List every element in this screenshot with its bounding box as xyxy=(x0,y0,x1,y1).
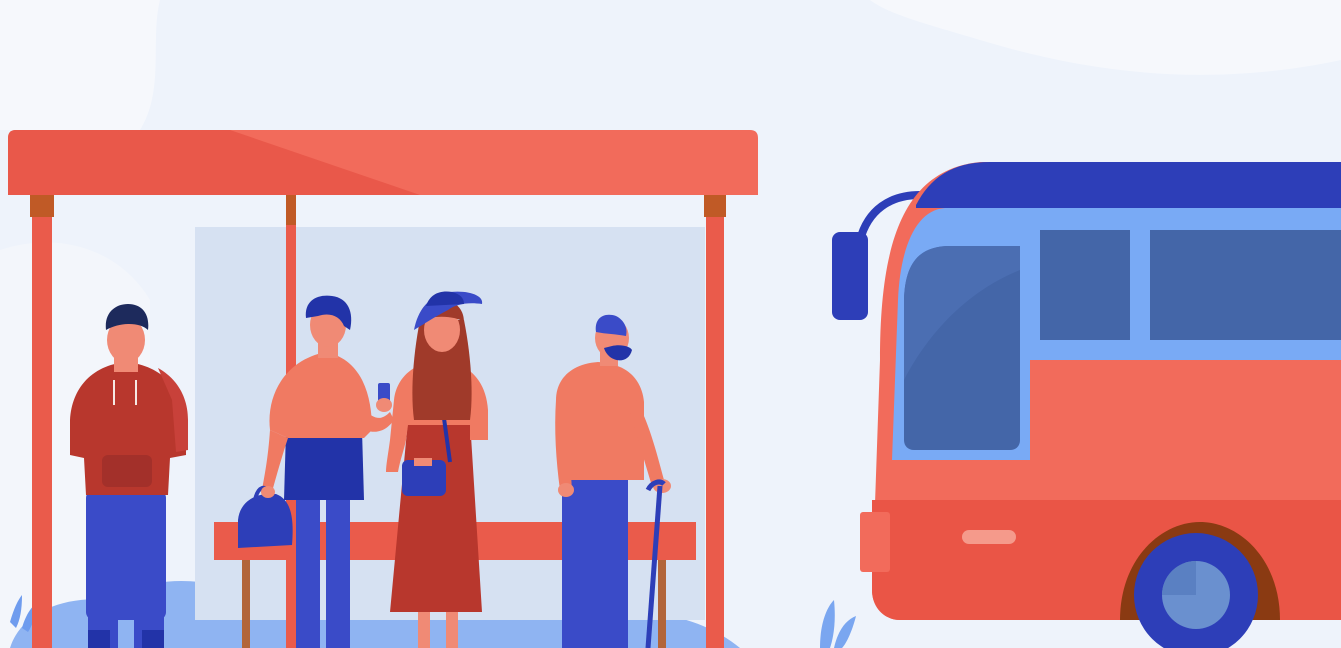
shelter-post-right xyxy=(706,195,724,648)
bus-stop-scene xyxy=(0,0,1341,648)
bus-mirror xyxy=(832,232,868,320)
bench-leg-left xyxy=(242,560,250,648)
bus-roof xyxy=(916,162,1341,208)
shelter-post-middle-cap xyxy=(286,195,296,225)
cloud-shape-left xyxy=(0,0,160,130)
shelter-post-right-cap xyxy=(704,195,726,217)
shelter-post-left xyxy=(32,195,52,648)
bus-side-window-2 xyxy=(1150,230,1341,340)
shelter-post-left-cap xyxy=(30,195,54,217)
bus-headlight xyxy=(962,530,1016,544)
bus-bumper xyxy=(860,512,890,572)
bench-leg-right xyxy=(658,560,666,648)
bus-side-window-1 xyxy=(1040,230,1130,340)
bus xyxy=(832,162,1341,648)
